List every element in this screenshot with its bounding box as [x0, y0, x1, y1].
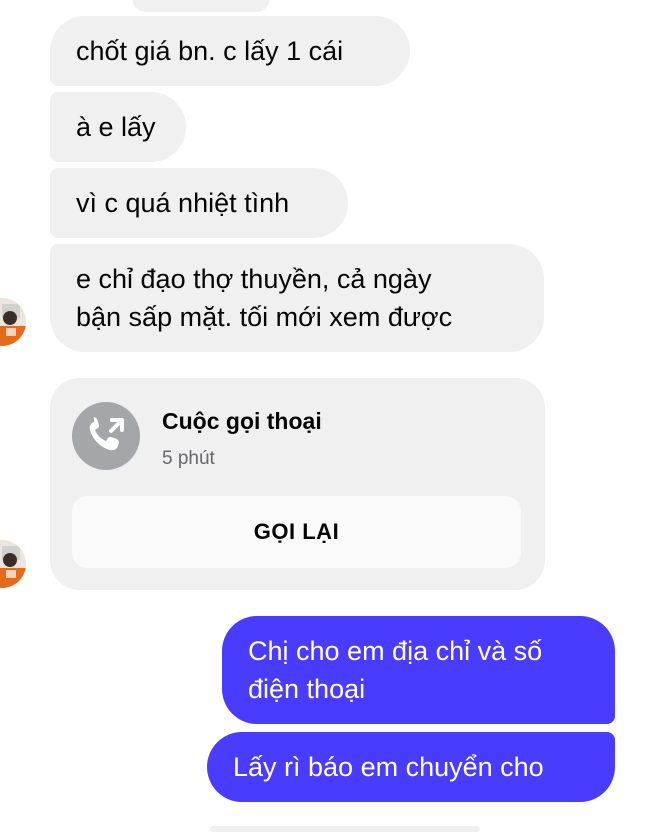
sender-avatar[interactable] — [0, 298, 26, 346]
avatar-image — [0, 298, 26, 346]
message-text: à e lấy — [76, 112, 156, 142]
call-back-button[interactable]: GỌI LẠI — [72, 496, 521, 568]
incoming-message[interactable]: vì c quá nhiệt tình — [50, 168, 348, 238]
message-text-line: bận sấp mặt. tối mới xem được — [76, 302, 453, 332]
outgoing-message[interactable]: Chị cho em địa chỉ và số điện thoại — [222, 616, 615, 724]
next-message-edge — [210, 826, 480, 832]
avatar-image — [0, 540, 26, 588]
message-text: vì c quá nhiệt tình — [76, 188, 290, 218]
incoming-message[interactable]: à e lấy — [50, 92, 186, 162]
call-duration: 5 phút — [162, 448, 215, 469]
outgoing-message[interactable]: Lấy rì báo em chuyển cho — [207, 732, 615, 802]
sender-avatar[interactable] — [0, 540, 26, 588]
message-text-line: e chỉ đạo thợ thuyền, cả ngày — [76, 264, 432, 294]
message-text: Lấy rì báo em chuyển cho — [233, 752, 544, 782]
incoming-message[interactable]: chốt giá bn. c lấy 1 cái — [50, 16, 410, 86]
previous-message-bubble-edge — [132, 0, 270, 12]
call-title: Cuộc gọi thoại — [162, 408, 322, 434]
message-text: chốt giá bn. c lấy 1 cái — [76, 36, 344, 66]
incoming-message[interactable]: e chỉ đạo thợ thuyền, cả ngày bận sấp mặ… — [50, 244, 544, 352]
voice-call-card[interactable]: Cuộc gọi thoại 5 phút GỌI LẠI — [50, 378, 545, 590]
message-text-line: điện thoại — [248, 674, 366, 704]
message-text-line: Chị cho em địa chỉ và số — [248, 636, 543, 666]
missed-call-icon — [72, 402, 140, 470]
